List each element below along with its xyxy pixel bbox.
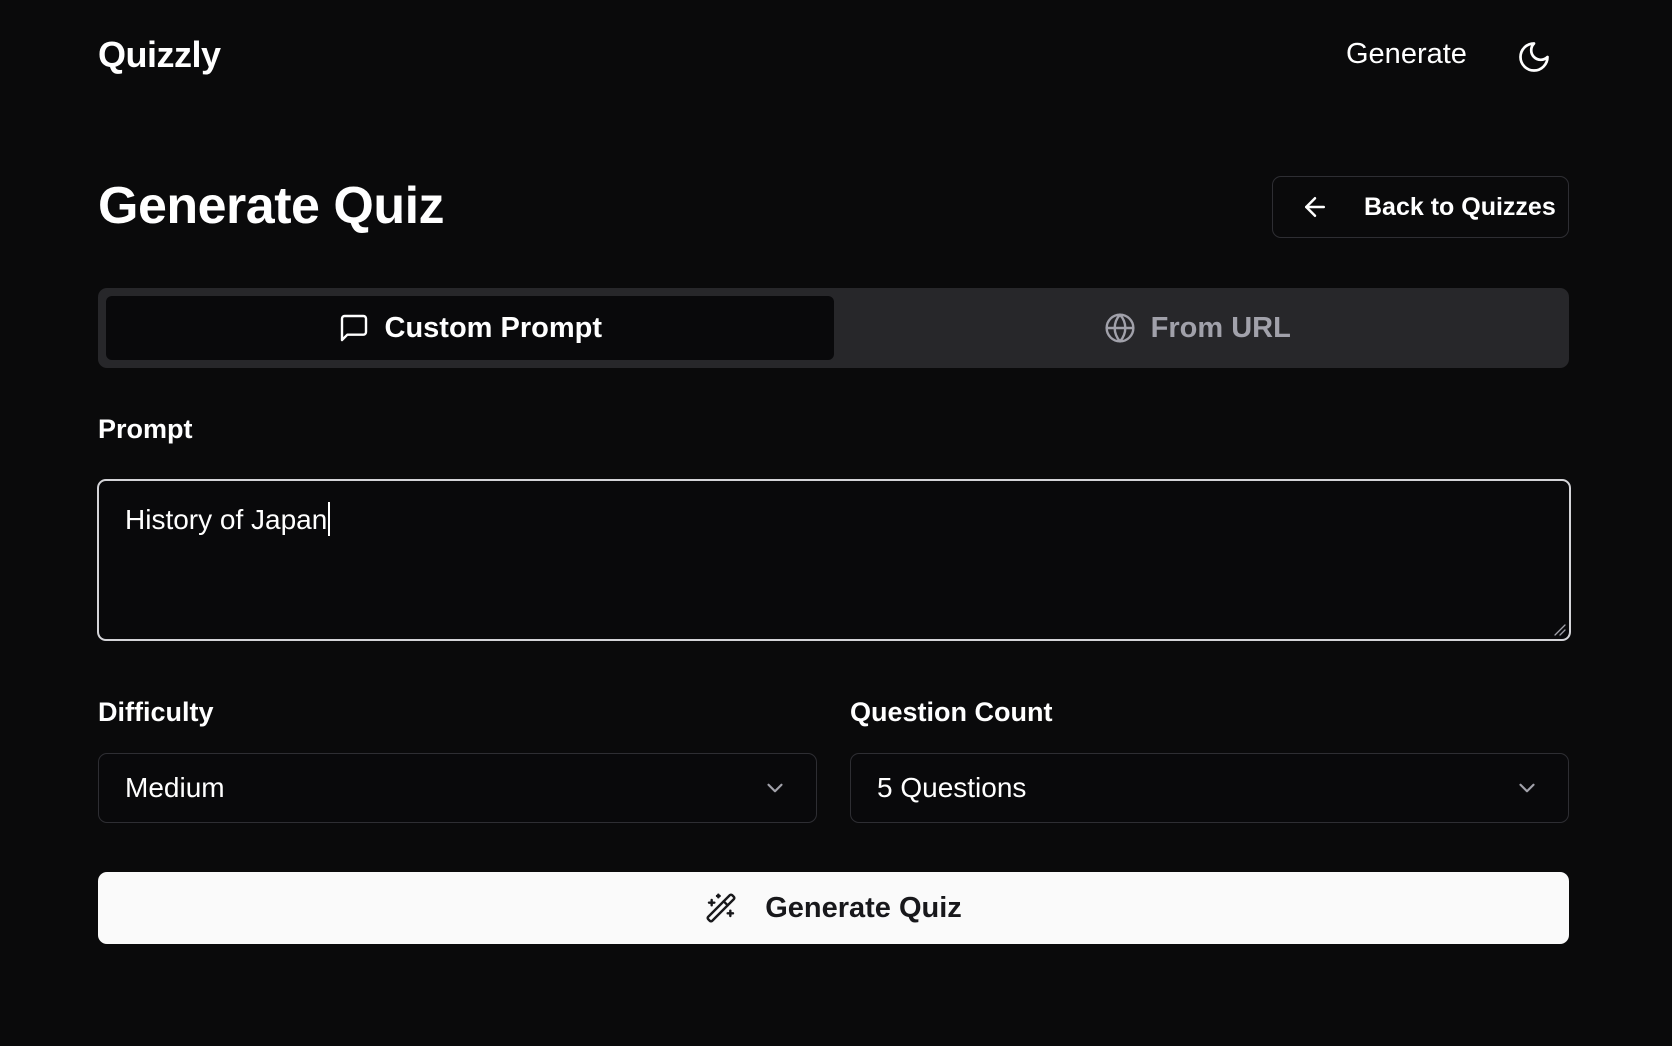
chevron-down-icon xyxy=(762,775,788,801)
tab-custom-prompt[interactable]: Custom Prompt xyxy=(106,296,834,360)
tab-from-url-label: From URL xyxy=(1150,311,1291,344)
prompt-label: Prompt xyxy=(98,414,193,444)
resize-handle-icon[interactable] xyxy=(1552,622,1566,636)
moon-icon[interactable] xyxy=(1516,39,1552,75)
text-caret xyxy=(328,502,331,536)
question-count-value: 5 Questions xyxy=(877,772,1027,803)
difficulty-select[interactable]: Medium xyxy=(98,753,817,823)
page-title: Generate Quiz xyxy=(98,177,445,235)
source-tabs: Custom Prompt From URL xyxy=(98,288,1569,368)
arrow-left-icon xyxy=(1300,192,1330,222)
difficulty-label: Difficulty xyxy=(98,697,214,727)
globe-icon xyxy=(1104,312,1136,344)
back-to-quizzes-button[interactable]: Back to Quizzes xyxy=(1272,176,1569,238)
message-square-icon xyxy=(338,312,370,344)
nav-generate-link[interactable]: Generate xyxy=(1346,38,1467,71)
tab-custom-prompt-label: Custom Prompt xyxy=(384,311,603,344)
generate-quiz-button[interactable]: Generate Quiz xyxy=(98,872,1569,944)
prompt-textarea[interactable]: History of Japan xyxy=(97,479,1571,641)
prompt-text-content: History of Japan xyxy=(125,502,331,536)
difficulty-value: Medium xyxy=(125,772,225,803)
wand-sparkles-icon xyxy=(705,892,737,924)
app-logo[interactable]: Quizzly xyxy=(98,34,221,76)
back-button-label: Back to Quizzes xyxy=(1364,192,1556,221)
question-count-label: Question Count xyxy=(850,697,1053,727)
chevron-down-icon xyxy=(1514,775,1540,801)
generate-quiz-label: Generate Quiz xyxy=(765,891,962,924)
tab-from-url[interactable]: From URL xyxy=(834,296,1562,360)
question-count-select[interactable]: 5 Questions xyxy=(850,753,1569,823)
prompt-value: History of Japan xyxy=(125,504,328,535)
